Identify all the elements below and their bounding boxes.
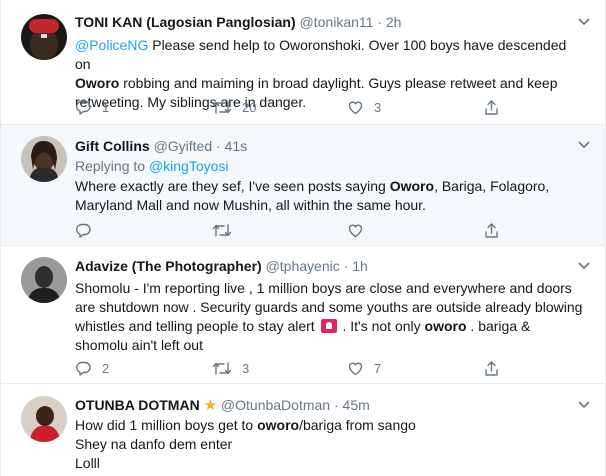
separator-dot: ·	[216, 138, 221, 154]
reply-button[interactable]: 1	[75, 97, 109, 117]
tweet-header: Adavize (The Photographer) @tphayenic · …	[75, 256, 585, 276]
retweet-button[interactable]: 20	[212, 97, 256, 117]
tweet-header: TONI KAN (Lagosian Panglosian) @tonikan1…	[75, 12, 585, 32]
reply-count: 1	[102, 99, 110, 115]
user-handle[interactable]: @tonikan11	[300, 14, 374, 30]
tweet-text: @PoliceNG Please send help to Oworonshok…	[75, 37, 567, 110]
avatar[interactable]	[21, 14, 67, 60]
tweet-text: How did 1 million boys get to oworo/bari…	[75, 417, 416, 471]
tweet-text: Shomolu - I'm reporting live , 1 million…	[75, 280, 583, 353]
mention-link[interactable]: @PoliceNG	[75, 37, 148, 53]
tweet-header: Gift Collins @Gyifted · 41s	[75, 136, 585, 156]
tweet-content: TONI KAN (Lagosian Panglosian) @tonikan1…	[75, 12, 585, 112]
retweet-button[interactable]: 3	[212, 358, 249, 378]
timestamp[interactable]: 41s	[225, 138, 248, 154]
display-name[interactable]: Gift Collins	[75, 138, 150, 154]
reply-button[interactable]	[75, 220, 92, 240]
like-button[interactable]: 3	[347, 97, 381, 117]
tweet-timeline: TONI KAN (Lagosian Panglosian) @tonikan1…	[0, 0, 606, 476]
like-button[interactable]: 7	[347, 358, 381, 378]
avatar[interactable]	[21, 257, 67, 303]
retweet-count: 20	[242, 99, 257, 115]
tweet-adavize[interactable]: Adavize (The Photographer) @tphayenic · …	[1, 246, 605, 384]
star-icon: ★	[203, 397, 218, 414]
reply-icon	[76, 361, 91, 376]
tweet-content: Gift Collins @Gyifted · 41s Replying to …	[75, 136, 585, 215]
share-icon	[485, 360, 498, 376]
share-button[interactable]	[483, 97, 500, 117]
retweet-icon	[212, 361, 232, 375]
display-name[interactable]: Adavize (The Photographer)	[75, 258, 262, 274]
separator-dot: ·	[333, 397, 339, 413]
tweet-toni-kan[interactable]: TONI KAN (Lagosian Panglosian) @tonikan1…	[1, 0, 605, 125]
retweet-count: 3	[242, 360, 250, 376]
user-handle[interactable]: @Gyifted	[154, 138, 213, 154]
reply-count: 2	[102, 360, 110, 376]
separator-dot: ·	[343, 258, 349, 274]
avatar[interactable]	[21, 136, 67, 182]
police-light-emoji	[320, 319, 337, 333]
tweet-content: Adavize (The Photographer) @tphayenic · …	[75, 256, 585, 355]
heart-icon	[348, 224, 363, 237]
display-name[interactable]: OTUNBA DOTMAN	[75, 397, 200, 413]
user-handle[interactable]: @OtunbaDotman	[221, 397, 330, 413]
timestamp[interactable]: 2h	[386, 14, 402, 30]
avatar[interactable]	[21, 396, 67, 442]
timestamp[interactable]: 45m	[343, 397, 370, 413]
share-icon	[485, 222, 498, 238]
tweet-text: Where exactly are they sef, I've seen po…	[75, 178, 550, 213]
share-button[interactable]	[483, 358, 500, 378]
tweet-otunba-dotman[interactable]: OTUNBA DOTMAN ★ @OtunbaDotman · 45m How …	[1, 384, 605, 476]
like-count: 7	[374, 360, 382, 376]
tweet-header: OTUNBA DOTMAN ★ @OtunbaDotman · 45m	[75, 395, 585, 415]
user-handle[interactable]: @tphayenic	[266, 258, 340, 274]
tweet-content: OTUNBA DOTMAN ★ @OtunbaDotman · 45m How …	[75, 395, 585, 473]
heart-icon	[348, 362, 363, 375]
reply-icon	[76, 223, 91, 238]
display-name[interactable]: TONI KAN (Lagosian Panglosian)	[75, 14, 296, 30]
retweet-button[interactable]	[212, 220, 232, 240]
separator-dot: ·	[377, 14, 382, 30]
highlight-keyword: oworo	[424, 318, 467, 334]
share-icon	[485, 99, 498, 115]
reply-button[interactable]: 2	[75, 358, 109, 378]
share-button[interactable]	[483, 220, 500, 240]
timestamp[interactable]: 1h	[352, 258, 368, 274]
reply-mention-link[interactable]: @kingToyosi	[149, 158, 229, 174]
highlight-keyword: Oworo	[75, 75, 120, 91]
tweet-gift-collins[interactable]: Gift Collins @Gyifted · 41s Replying to …	[1, 125, 605, 246]
retweet-icon	[212, 223, 232, 237]
replying-to: Replying to @kingToyosi	[75, 158, 229, 174]
retweet-icon	[212, 100, 232, 114]
reply-icon	[76, 100, 91, 115]
heart-icon	[348, 101, 363, 114]
like-button[interactable]	[347, 220, 364, 240]
highlight-keyword: Oworo	[389, 178, 435, 194]
like-count: 3	[374, 99, 382, 115]
highlight-keyword: oworo	[257, 417, 300, 433]
